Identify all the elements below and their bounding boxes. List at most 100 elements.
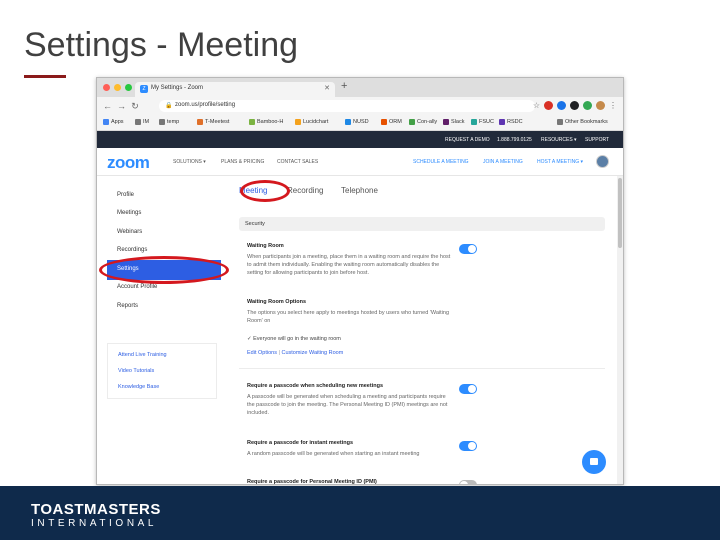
close-tab-icon[interactable]: ✕ <box>324 84 330 92</box>
apps-icon <box>103 119 109 125</box>
site-icon <box>197 119 203 125</box>
phone-number: 1.888.799.0125 <box>497 137 532 143</box>
sidebar-item-account-profile[interactable]: Account Profile <box>117 284 157 290</box>
passcode-instant-toggle[interactable] <box>459 441 477 451</box>
url-text: zoom.us/profile/setting <box>175 102 236 108</box>
section-header-security: Security <box>239 217 605 231</box>
site-icon <box>499 119 505 125</box>
waiting-room-toggle[interactable] <box>459 244 477 254</box>
tab-telephone[interactable]: Telephone <box>341 186 378 195</box>
join-meeting-link[interactable]: JOIN A MEETING <box>483 159 523 165</box>
site-icon <box>471 119 477 125</box>
folder-icon <box>135 119 141 125</box>
bookmark-item[interactable]: FSUC <box>471 119 494 125</box>
other-bookmarks[interactable]: Other Bookmarks <box>557 119 608 125</box>
minimize-window-button[interactable] <box>114 84 121 91</box>
avatar[interactable] <box>596 155 609 168</box>
knowledge-base-link[interactable]: Knowledge Base <box>118 384 159 390</box>
zoom-main-nav: zoom SOLUTIONS ▾ PLANS & PRICING CONTACT… <box>97 148 623 176</box>
site-icon <box>295 119 301 125</box>
title-underline <box>24 75 66 78</box>
slide-title: Settings - Meeting <box>24 26 299 64</box>
maximize-window-button[interactable] <box>125 84 132 91</box>
reload-icon[interactable]: ↻ <box>131 101 139 112</box>
request-demo-link[interactable]: REQUEST A DEMO <box>445 137 490 143</box>
bookmark-item[interactable]: RSDC <box>499 119 523 125</box>
bookmark-item[interactable]: T-Meetest <box>197 119 229 125</box>
bookmark-item[interactable]: NUSD <box>345 119 369 125</box>
extension-icon[interactable] <box>557 101 566 110</box>
extensions: ☆ ⋮ <box>533 101 617 110</box>
passcode-scheduling-toggle[interactable] <box>459 384 477 394</box>
resources-menu[interactable]: RESOURCES ▾ <box>541 137 577 143</box>
tab-recording[interactable]: Recording <box>287 186 323 195</box>
passcode-pmi-toggle[interactable] <box>459 480 477 484</box>
browser-tab[interactable]: Z My Settings - Zoom ✕ <box>135 82 335 97</box>
bookmark-star-icon[interactable]: ☆ <box>533 101 540 110</box>
contact-sales-link[interactable]: CONTACT SALES <box>277 159 318 165</box>
bookmark-item[interactable]: IM <box>135 119 149 125</box>
waiting-room-check-option: ✓ Everyone will go in the waiting room <box>247 336 341 342</box>
passcode-scheduling-title: Require a passcode when scheduling new m… <box>247 383 384 389</box>
footer-banner: TOASTMASTERS INTERNATIONAL <box>0 486 720 540</box>
window-controls <box>103 84 132 91</box>
bookmarks-bar: Apps IM temp T-Meetest Bamboo-H Lucidcha… <box>97 115 623 131</box>
sidebar-item-meetings[interactable]: Meetings <box>117 210 141 216</box>
brand-logo-bottom: INTERNATIONAL <box>31 518 158 529</box>
extension-icon[interactable] <box>583 101 592 110</box>
extension-icon[interactable] <box>570 101 579 110</box>
schedule-meeting-link[interactable]: SCHEDULE A MEETING <box>413 159 469 165</box>
profile-avatar-icon[interactable] <box>596 101 605 110</box>
bookmark-item[interactable]: Slack <box>443 119 464 125</box>
sidebar-item-recordings[interactable]: Recordings <box>117 247 147 253</box>
bookmark-item[interactable]: temp <box>159 119 179 125</box>
url-bar[interactable]: 🔒 zoom.us/profile/setting <box>159 100 535 112</box>
lock-icon: 🔒 <box>165 103 173 109</box>
settings-highlight-annotation <box>99 256 229 284</box>
waiting-room-options-title: Waiting Room Options <box>247 299 307 305</box>
tab-title: My Settings - Zoom <box>151 85 204 91</box>
bookmark-item[interactable]: Bamboo-H <box>249 119 283 125</box>
slack-icon <box>443 119 449 125</box>
folder-icon <box>159 119 165 125</box>
site-icon <box>249 119 255 125</box>
brand-logo-top: TOASTMASTERS <box>31 501 161 518</box>
meeting-tab-highlight-annotation <box>240 180 290 202</box>
zoom-logo[interactable]: zoom <box>107 153 150 173</box>
sidebar-item-reports[interactable]: Reports <box>117 303 138 309</box>
extension-icon[interactable] <box>544 101 553 110</box>
support-link[interactable]: SUPPORT <box>585 137 609 143</box>
menu-icon[interactable]: ⋮ <box>609 101 617 110</box>
site-icon <box>409 119 415 125</box>
bookmark-item[interactable]: Lucidchart <box>295 119 328 125</box>
help-links-panel: Attend Live Training Video Tutorials Kno… <box>107 343 217 399</box>
browser-window: Z My Settings - Zoom ✕ + ← → ↻ 🔒 zoom.us… <box>96 77 624 485</box>
browser-tab-bar: Z My Settings - Zoom ✕ + <box>97 78 623 97</box>
new-tab-icon[interactable]: + <box>341 80 347 92</box>
bookmark-item[interactable]: Apps <box>103 119 124 125</box>
passcode-scheduling-description: A passcode will be generated when schedu… <box>247 394 448 416</box>
attend-live-training-link[interactable]: Attend Live Training <box>118 352 167 358</box>
video-tutorials-link[interactable]: Video Tutorials <box>118 368 154 374</box>
edit-options-link[interactable]: Edit Options <box>247 350 277 356</box>
host-meeting-menu[interactable]: HOST A MEETING ▾ <box>537 159 583 165</box>
site-icon <box>381 119 387 125</box>
passcode-instant-description: A random passcode will be generated when… <box>247 451 420 457</box>
bookmark-item[interactable]: Con-ally <box>409 119 437 125</box>
address-toolbar: ← → ↻ 🔒 zoom.us/profile/setting ☆ ⋮ <box>97 97 623 115</box>
chat-help-button[interactable] <box>582 450 606 474</box>
page-scrollbar[interactable] <box>617 176 623 484</box>
zoom-utility-bar: REQUEST A DEMO 1.888.799.0125 RESOURCES … <box>97 131 623 148</box>
bookmark-item[interactable]: ORM <box>381 119 402 125</box>
customize-waiting-room-link[interactable]: Customize Waiting Room <box>281 350 343 356</box>
sidebar-item-webinars[interactable]: Webinars <box>117 229 142 235</box>
plans-pricing-link[interactable]: PLANS & PRICING <box>221 159 264 165</box>
close-window-button[interactable] <box>103 84 110 91</box>
forward-icon[interactable]: → <box>117 101 126 111</box>
solutions-menu[interactable]: SOLUTIONS ▾ <box>173 159 206 165</box>
divider <box>239 368 605 369</box>
scrollbar-thumb[interactable] <box>618 178 622 248</box>
passcode-pmi-title: Require a passcode for Personal Meeting … <box>247 479 377 485</box>
back-icon[interactable]: ← <box>103 101 112 111</box>
sidebar-item-profile[interactable]: Profile <box>117 192 134 198</box>
